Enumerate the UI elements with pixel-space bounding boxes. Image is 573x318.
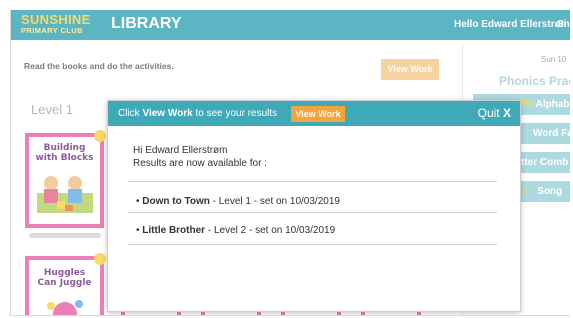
close-icon: X (502, 106, 511, 120)
dialog-message: Click View Work to see your results (118, 108, 277, 119)
dialog-header: Click View Work to see your results View… (108, 101, 520, 126)
result-detail: - Level 2 - set on 10/03/2019 (205, 225, 336, 236)
result-item: • Little Brother - Level 2 - set on 10/0… (136, 225, 336, 236)
dialog-view-work-button[interactable]: View Work (291, 106, 345, 122)
result-title: Down to Town (142, 196, 210, 207)
results-dialog: Click View Work to see your results View… (107, 100, 521, 312)
app-window: SUNSHINE PRIMARY CLUB LIBRARY Hello Edwa… (10, 10, 570, 316)
divider (128, 244, 497, 245)
result-detail: - Level 1 - set on 10/03/2019 (209, 196, 340, 207)
divider (128, 212, 497, 213)
result-title: Little Brother (142, 225, 206, 236)
results-available-text: Results are now available for : (133, 158, 267, 169)
quit-button[interactable]: Quit X (478, 106, 511, 120)
divider (128, 181, 497, 182)
dialog-greeting: Hi Edward Ellerstrøm (133, 145, 228, 156)
quit-label: Quit (477, 106, 500, 120)
dialog-message-suffix: to see your results (192, 108, 278, 119)
result-item: • Down to Town - Level 1 - set on 10/03/… (136, 196, 340, 207)
dialog-message-prefix: Click (118, 108, 143, 119)
dialog-message-bold: View Work (142, 108, 193, 119)
